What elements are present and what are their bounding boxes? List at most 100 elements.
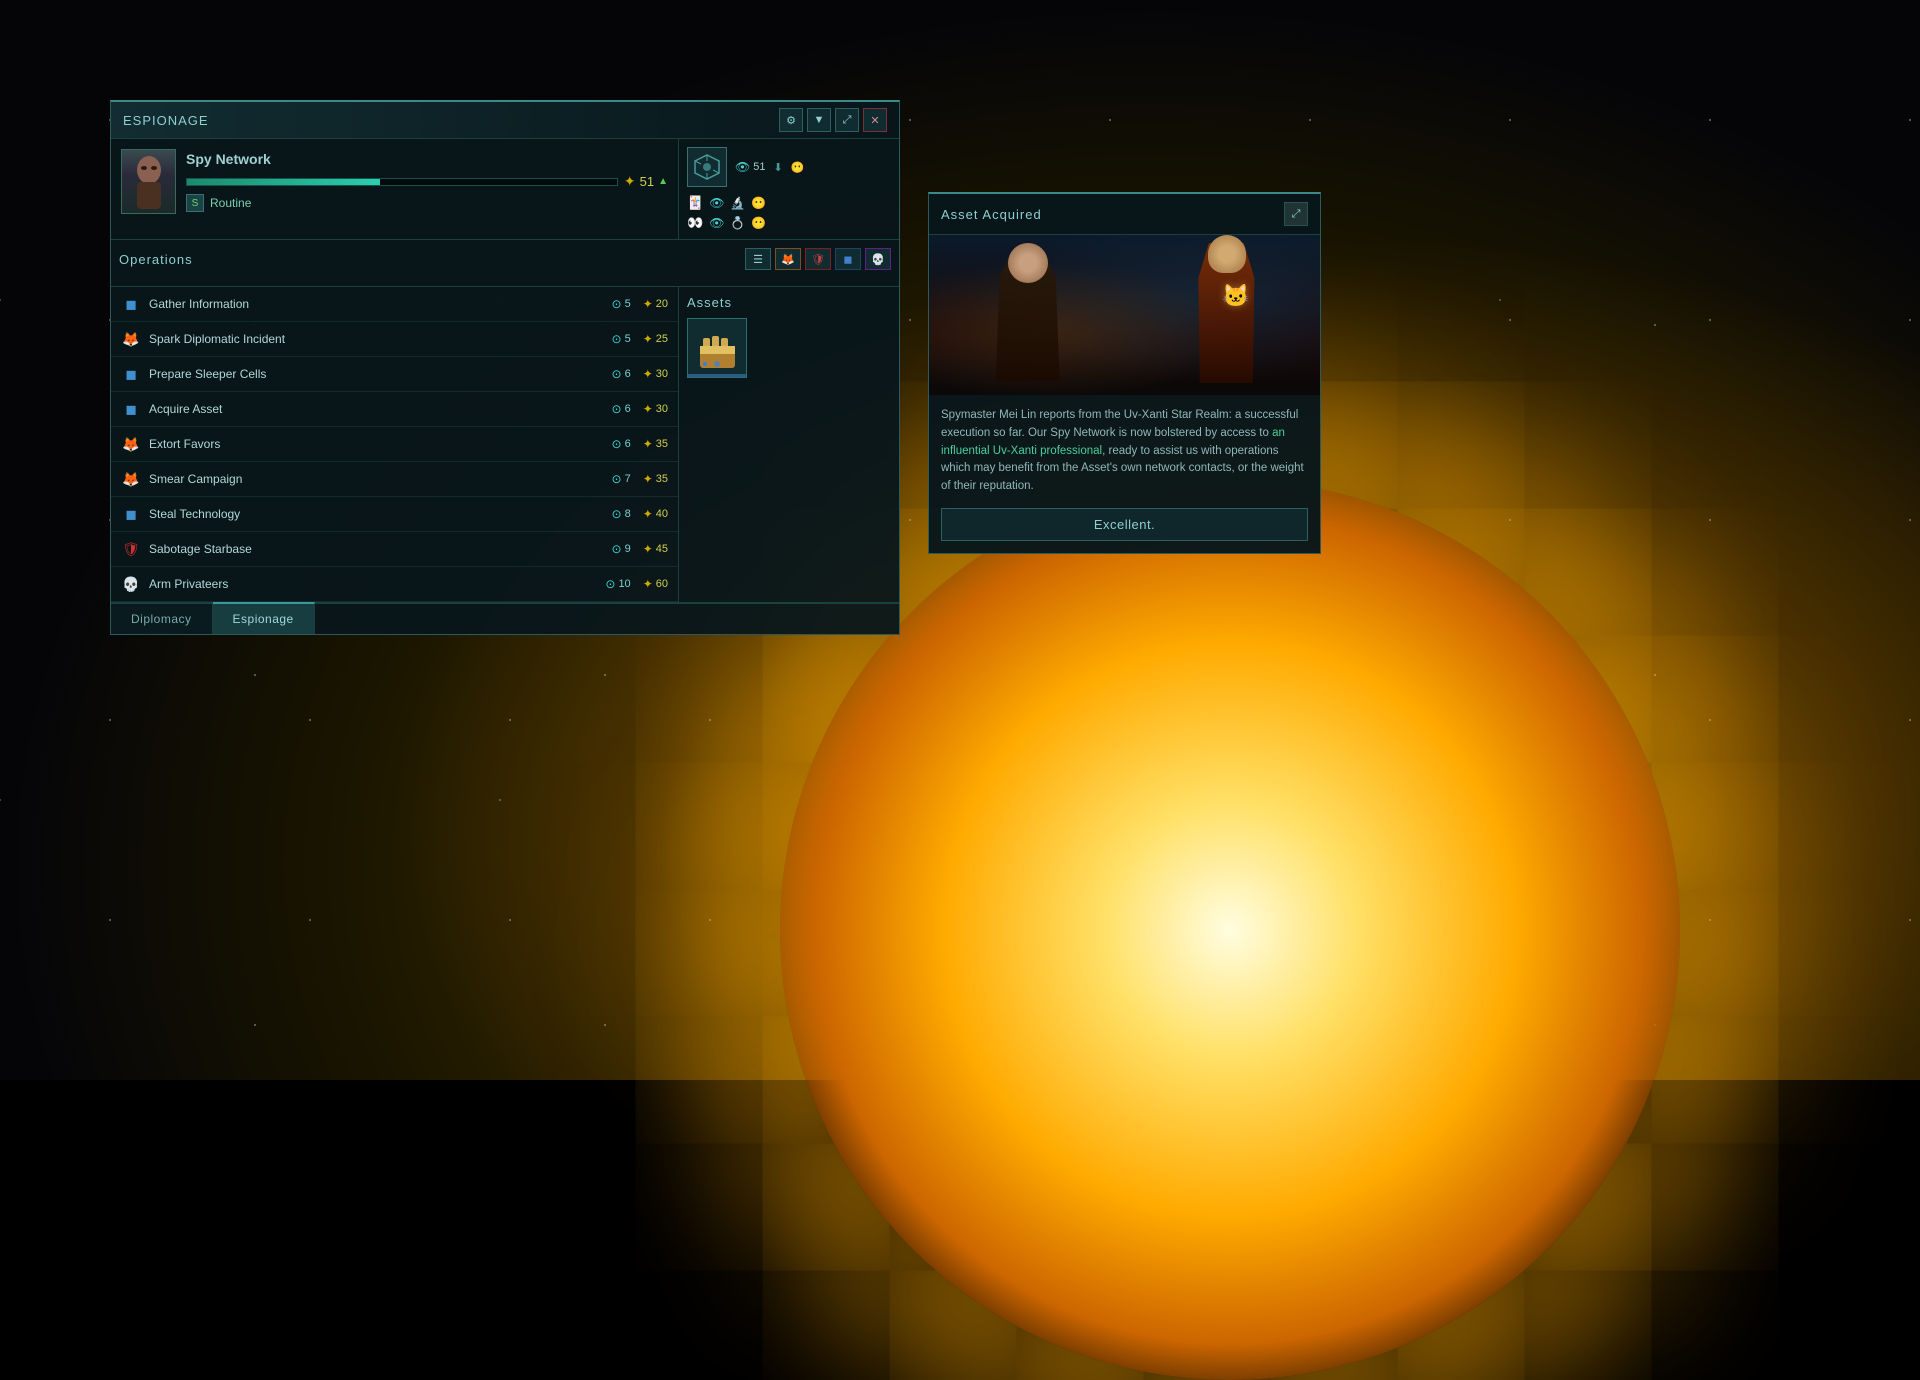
op-name-extort: Extort Favors [149, 437, 612, 451]
tab-diplomacy[interactable]: Diplomacy [111, 604, 213, 634]
spy-name: Spy Network [186, 151, 668, 167]
op-cost-gather: ⊙ 5 [612, 297, 631, 311]
aa-text-part1: Spymaster Mei Lin reports from the Uv-Xa… [941, 409, 1298, 439]
asset-item-1[interactable] [687, 318, 747, 378]
cost-val-acquire: 6 [625, 403, 631, 415]
stat-item-2c: 💍 [730, 216, 745, 230]
op-icon-steal: ◼ [121, 504, 141, 524]
stat-item-1a: 🃏 [687, 195, 703, 211]
op-cost-spark: ⊙ 5 [612, 332, 631, 346]
spy-progress: ✦ 51 ▲ [186, 173, 668, 190]
filter-fox-button[interactable]: 🦊 [775, 248, 801, 270]
op-name-spark: Spark Diplomatic Incident [149, 332, 612, 346]
op-row-sabotage[interactable]: 🛡 Sabotage Starbase ⊙ 9 ✦ 45 [111, 532, 678, 567]
power-val-extort: 35 [656, 438, 668, 450]
figure-head-r [1208, 235, 1246, 273]
stat-row-1: 🃏 👁 🔬 😶 [687, 195, 891, 211]
spy-avatar-inner [122, 150, 175, 213]
op-row-arm[interactable]: 💀 Arm Privateers ⊙ 10 ✦ 60 [111, 567, 678, 602]
cost-icon-smear: ⊙ [612, 472, 622, 486]
tab-espionage[interactable]: Espionage [213, 602, 315, 634]
cost-icon-extort: ⊙ [612, 437, 622, 451]
op-name-gather: Gather Information [149, 297, 612, 311]
power-icon-gather: ✦ [643, 297, 653, 311]
power-icon-smear: ✦ [643, 472, 653, 486]
aa-close-button[interactable]: ⤢ [1284, 202, 1308, 226]
filter-red-button[interactable]: 🛡 [805, 248, 831, 270]
op-name-steal: Steal Technology [149, 507, 612, 521]
spy-section: Spy Network ✦ 51 ▲ S Routine [111, 139, 679, 239]
op-power-extort: ✦ 35 [643, 437, 668, 451]
op-row-steal[interactable]: ◼ Steal Technology ⊙ 8 ✦ 40 [111, 497, 678, 532]
power-val-gather: 20 [656, 298, 668, 310]
excellent-button[interactable]: Excellent. [941, 508, 1308, 541]
spy-avatar [121, 149, 176, 214]
filter-blue-button[interactable]: ◼ [835, 248, 861, 270]
op-row-extort[interactable]: 🦊 Extort Favors ⊙ 6 ✦ 35 [111, 427, 678, 462]
power-icon-acquire: ✦ [643, 402, 653, 416]
figure-head-l [1008, 243, 1048, 283]
filter-all-button[interactable]: ☰ [745, 248, 771, 270]
level-arrow: ▲ [658, 176, 668, 187]
ops-header: Operations ☰ 🦊 🛡 ◼ 💀 [119, 248, 891, 270]
spy-status: S Routine [186, 194, 668, 212]
close-button[interactable]: ✕ [863, 108, 887, 132]
op-name-smear: Smear Campaign [149, 472, 612, 486]
move-button[interactable]: ⤢ [835, 108, 859, 132]
eye4-icon: 👁 [709, 216, 724, 230]
panel-content: Spy Network ✦ 51 ▲ S Routine [111, 139, 899, 239]
power-val-sabotage: 45 [656, 543, 668, 555]
mask2-icon: 😶 [751, 216, 766, 230]
stat-item-1b: 👁 [709, 196, 724, 210]
power-icon-extort: ✦ [643, 437, 653, 451]
stat-item-eye2: 😶 [791, 161, 805, 174]
op-row-spark[interactable]: 🦊 Spark Diplomatic Incident ⊙ 5 ✦ 25 [111, 322, 678, 357]
aa-text: Spymaster Mei Lin reports from the Uv-Xa… [941, 407, 1308, 496]
op-icon-arm: 💀 [121, 574, 141, 594]
op-name-acquire: Acquire Asset [149, 402, 612, 416]
op-row-acquire[interactable]: ◼ Acquire Asset ⊙ 6 ✦ 30 [111, 392, 678, 427]
cost-val-extort: 6 [625, 438, 631, 450]
op-power-steal: ✦ 40 [643, 507, 668, 521]
stat-item-2b: 👁 [709, 216, 724, 230]
settings-button[interactable]: ⚙ [779, 108, 803, 132]
cost-val-arm: 10 [618, 578, 630, 590]
cost-icon-gather: ⊙ [612, 297, 622, 311]
op-row-sleeper[interactable]: ◼ Prepare Sleeper Cells ⊙ 6 ✦ 30 [111, 357, 678, 392]
stat-item-download: ⬇ [773, 161, 782, 174]
filter-button[interactable]: ▼ [807, 108, 831, 132]
op-power-spark: ✦ 25 [643, 332, 668, 346]
cost-val-spark: 5 [625, 333, 631, 345]
cost-icon-spark: ⊙ [612, 332, 622, 346]
op-cost-sabotage: ⊙ 9 [612, 542, 631, 556]
cost-icon-steal: ⊙ [612, 507, 622, 521]
scene-cat: 🐱 [1222, 283, 1249, 309]
op-cost-smear: ⊙ 7 [612, 472, 631, 486]
stat-item-1d: 😶 [751, 196, 766, 210]
panel-title: Espionage [123, 113, 209, 128]
op-row-gather[interactable]: ◼ Gather Information ⊙ 5 ✦ 20 [111, 287, 678, 322]
spy-details: Spy Network ✦ 51 ▲ S Routine [186, 151, 668, 212]
download-icon: ⬇ [773, 161, 782, 174]
assets-panel: Assets [679, 287, 899, 602]
cost-val-sabotage: 9 [625, 543, 631, 555]
power-icon-sleeper: ✦ [643, 367, 653, 381]
op-icon-smear: 🦊 [121, 469, 141, 489]
power-val-steal: 40 [656, 508, 668, 520]
ops-title: Operations [119, 252, 193, 267]
spy-level: ✦ 51 ▲ [624, 173, 668, 190]
op-power-acquire: ✦ 30 [643, 402, 668, 416]
power-icon-sabotage: ✦ [643, 542, 653, 556]
progress-bar-bg [186, 178, 618, 186]
panel-controls: ⚙ ▼ ⤢ ✕ [779, 108, 887, 132]
power-icon-arm: ✦ [643, 577, 653, 591]
op-cost-extort: ⊙ 6 [612, 437, 631, 451]
sun [780, 480, 1680, 1380]
status-box: S [186, 194, 204, 212]
op-row-smear[interactable]: 🦊 Smear Campaign ⊙ 7 ✦ 35 [111, 462, 678, 497]
spy-stats: 👁 51 ⬇ 😶 🃏 👁 🔬 [679, 139, 899, 239]
cost-icon-sleeper: ⊙ [612, 367, 622, 381]
spy-stats-header: 👁 51 ⬇ 😶 [687, 147, 891, 187]
filter-skull-button[interactable]: 💀 [865, 248, 891, 270]
aa-header: Asset Acquired ⤢ [929, 194, 1320, 235]
